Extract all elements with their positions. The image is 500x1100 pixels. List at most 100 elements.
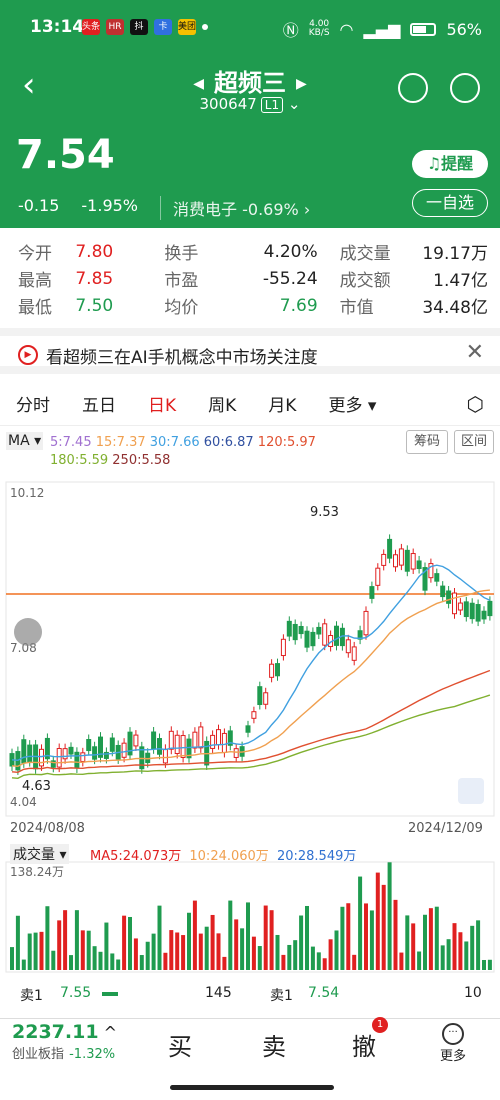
volume-bar xyxy=(110,953,115,970)
tab-five-day[interactable]: 五日 xyxy=(66,391,132,416)
candle xyxy=(452,592,457,615)
remind-button[interactable]: ♫提醒 xyxy=(412,150,488,178)
play-icon: ▶ xyxy=(18,345,38,365)
tab-weekly-k[interactable]: 周K xyxy=(192,391,252,416)
candle xyxy=(92,746,98,760)
change-percent: -1.95% xyxy=(81,196,139,215)
index-widget[interactable]: 2237.11 ^ 创业板指 -1.32% xyxy=(12,1021,117,1062)
more-button[interactable]: ··· 更多 xyxy=(440,1023,466,1064)
candle xyxy=(216,729,221,746)
candle xyxy=(27,744,33,763)
volume-bar xyxy=(57,920,62,970)
refresh-icon[interactable] xyxy=(398,73,428,103)
stat-label: 成交量 xyxy=(339,244,391,264)
app-icon: HR xyxy=(106,19,124,35)
volume-bar xyxy=(476,920,481,970)
candle xyxy=(398,548,404,566)
sell-volume-2: 10 xyxy=(464,985,482,1001)
volume-bar xyxy=(470,925,475,970)
volume-selector[interactable]: 成交量 ▾ xyxy=(10,844,70,864)
candle xyxy=(375,567,381,586)
volume-bar xyxy=(269,910,274,970)
stat-value: 7.50 xyxy=(75,295,114,316)
volume-bar xyxy=(369,910,374,970)
stat-value: 34.48亿 xyxy=(422,298,488,318)
candle xyxy=(298,625,304,635)
candle xyxy=(310,631,316,647)
volume-bar xyxy=(358,876,363,970)
volume-bar xyxy=(192,900,197,970)
volume-bar xyxy=(234,919,239,970)
candle xyxy=(162,748,168,764)
candle xyxy=(351,646,357,661)
buy-button[interactable]: 买 xyxy=(168,1027,192,1062)
candle xyxy=(469,602,475,620)
candle xyxy=(180,735,186,758)
volume-bar xyxy=(51,950,56,970)
sell-button[interactable]: 卖 xyxy=(262,1027,286,1062)
volume-ma-values: MA5:24.073万 10:24.060万 20:28.549万 xyxy=(90,845,356,864)
next-stock-icon[interactable]: ▶ xyxy=(296,76,307,92)
candle xyxy=(446,590,452,604)
volume-bar xyxy=(210,914,215,970)
ma-selector[interactable]: MA ▾ xyxy=(6,432,44,450)
ma-values: 5:7.45 15:7.37 30:7.66 60:6.87 120:5.97 … xyxy=(50,434,400,470)
candle xyxy=(410,553,416,570)
candle xyxy=(192,731,198,749)
candle xyxy=(286,620,292,637)
volume-bar xyxy=(92,946,97,970)
volume-bar xyxy=(104,922,109,970)
candle xyxy=(151,731,157,750)
volume-bar xyxy=(399,952,404,970)
tab-more[interactable]: 更多 ▾ xyxy=(312,391,392,416)
candle xyxy=(387,538,393,559)
chip-button[interactable]: 筹码 xyxy=(406,430,448,454)
y-top-label: 10.12 xyxy=(10,486,44,500)
ma-value: 180:5.59 xyxy=(50,453,109,468)
stock-code: 300647 xyxy=(199,95,257,113)
prev-stock-icon[interactable]: ◀ xyxy=(193,76,204,92)
ma-label: MA xyxy=(8,433,30,449)
volume-bar xyxy=(393,899,398,970)
volume-bar xyxy=(133,938,138,970)
candle xyxy=(440,585,446,598)
volume-bar xyxy=(340,906,345,970)
candle xyxy=(133,734,139,747)
settings-icon[interactable]: ⬡ xyxy=(467,392,484,416)
candle xyxy=(233,748,239,758)
stock-code-line[interactable]: 300647 L1 ⌄ xyxy=(0,95,500,113)
candle xyxy=(168,730,174,750)
sector-link[interactable]: 消费电子 -0.69% › xyxy=(160,196,310,220)
chart-left-arrow-icon[interactable] xyxy=(14,618,42,646)
volume-bar xyxy=(139,955,144,970)
stats-row: 最高 7.85 市盈 -55.24 成交额 1.47亿 xyxy=(18,265,488,292)
volume-bar xyxy=(216,933,221,970)
volume-bar xyxy=(228,900,233,970)
home-indicator xyxy=(170,1085,334,1090)
stat-label: 市盈 xyxy=(164,271,199,291)
close-icon[interactable]: ✕ xyxy=(466,340,484,365)
search-icon[interactable] xyxy=(450,73,480,103)
cancel-button[interactable]: 撤1 xyxy=(352,1017,388,1062)
sector-name: 消费电子 xyxy=(173,200,238,219)
tab-monthly-k[interactable]: 月K xyxy=(252,391,312,416)
tab-daily-k[interactable]: 日K xyxy=(132,391,192,416)
ma-value: 15:7.37 xyxy=(95,435,146,450)
volume-bar xyxy=(375,872,380,970)
tab-intraday[interactable]: 分时 xyxy=(0,391,66,416)
volume-bar xyxy=(417,951,422,970)
vol-ma5: MA5:24.073万 xyxy=(90,849,182,864)
low-marker: 4.63 xyxy=(22,779,51,794)
volume-bar xyxy=(145,941,150,970)
watchlist-button[interactable]: 一自选 xyxy=(412,189,488,217)
status-time: 13:14 xyxy=(30,17,85,37)
candle xyxy=(322,623,328,646)
concept-banner[interactable]: ▶ 看超频三在AI手机概念中市场关注度 ✕ xyxy=(0,328,500,374)
moving-average-line xyxy=(11,694,491,779)
volume-bar xyxy=(316,952,321,970)
volume-bar xyxy=(446,939,451,970)
candle xyxy=(334,625,339,646)
kline-chart[interactable]: 10.12 7.08 4.04 9.53 4.63 2024/08/08 202… xyxy=(0,480,500,980)
fullscreen-icon[interactable] xyxy=(458,778,484,804)
interval-button[interactable]: 区间 xyxy=(454,430,494,454)
